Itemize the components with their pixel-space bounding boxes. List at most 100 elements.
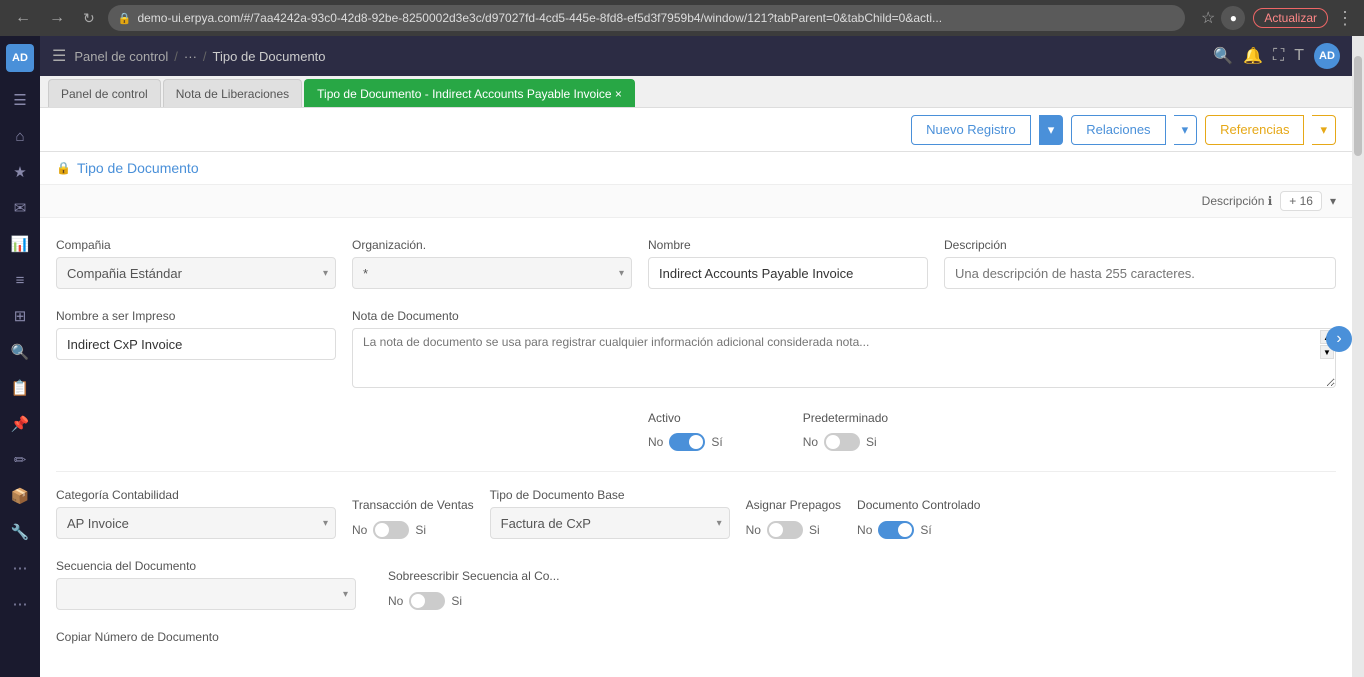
categoria-select-wrapper: AP Invoice ▾ bbox=[56, 507, 336, 539]
top-nav: ☰ Panel de control / ··· / Tipo de Docum… bbox=[40, 36, 1352, 76]
breadcrumb-home[interactable]: Panel de control bbox=[74, 49, 168, 64]
nuevo-registro-dropdown[interactable]: ▾ bbox=[1039, 115, 1064, 145]
asignar-prepagos-toggle[interactable] bbox=[767, 521, 803, 539]
sidebar-icon-star[interactable]: ★ bbox=[4, 156, 36, 188]
breadcrumb-dots[interactable]: ··· bbox=[184, 49, 197, 64]
documento-controlado-label: Documento Controlado bbox=[857, 498, 980, 512]
field-tipo-documento-base: Tipo de Documento Base Factura de CxP ▾ bbox=[490, 488, 730, 539]
back-button[interactable]: ← bbox=[10, 7, 36, 29]
filter-count[interactable]: + 16 bbox=[1280, 191, 1322, 211]
scroll-thumb bbox=[1354, 56, 1362, 156]
form-wrapper: 🔒 Tipo de Documento Descripción ℹ + 16 ▾… bbox=[40, 152, 1352, 677]
form-row-6: Copiar Número de Documento bbox=[56, 630, 1336, 644]
star-button[interactable]: ☆ bbox=[1201, 6, 1215, 30]
sobreescribir-no-label: No bbox=[388, 594, 403, 608]
field-nombre-impreso: Nombre a ser Impreso bbox=[56, 309, 336, 360]
tipo-documento-base-select[interactable]: Factura de CxP bbox=[490, 507, 730, 539]
organizacion-select-wrapper: * ▾ bbox=[352, 257, 632, 289]
relaciones-button[interactable]: Relaciones bbox=[1071, 115, 1165, 145]
organizacion-select[interactable]: * bbox=[352, 257, 632, 289]
tab-panel-control[interactable]: Panel de control bbox=[48, 79, 161, 107]
nuevo-registro-button[interactable]: Nuevo Registro bbox=[911, 115, 1031, 145]
breadcrumb-current: Tipo de Documento bbox=[213, 49, 326, 64]
nota-documento-textarea[interactable] bbox=[352, 328, 1336, 388]
transaccion-ventas-toggle[interactable] bbox=[373, 521, 409, 539]
sidebar: AD ☰ ⌂ ★ ✉ 📊 ≡ ⊞ 🔍 📋 📌 ✏ 📦 🔧 ⋯ ⋯ bbox=[0, 36, 40, 677]
documento-controlado-toggle[interactable] bbox=[878, 521, 914, 539]
form-row-1: Compañia Compañia Estándar ▾ Organizació… bbox=[56, 238, 1336, 289]
referencias-dropdown[interactable]: ▾ bbox=[1312, 115, 1336, 145]
sidebar-icon-home[interactable]: ⌂ bbox=[4, 120, 36, 152]
descripcion-input[interactable] bbox=[944, 257, 1336, 289]
field-nota-documento: Nota de Documento ▲ ▼ bbox=[352, 309, 1336, 391]
url-text: demo-ui.erpya.com/#/7aa4242a-93c0-42d8-9… bbox=[137, 11, 942, 25]
tab-bar: Panel de control Nota de Liberaciones Ti… bbox=[40, 76, 1352, 108]
search-icon[interactable]: 🔍 bbox=[1213, 46, 1233, 66]
side-action-button[interactable]: › bbox=[1326, 326, 1352, 352]
field-organizacion: Organización. * ▾ bbox=[352, 238, 632, 289]
fullscreen-icon[interactable]: ⛶ bbox=[1273, 47, 1284, 65]
sidebar-icon-wrench[interactable]: 🔧 bbox=[4, 516, 36, 548]
descripcion-label: Descripción bbox=[944, 238, 1336, 252]
sidebar-icon-more1[interactable]: ⋯ bbox=[4, 552, 36, 584]
scrollbar[interactable] bbox=[1352, 36, 1364, 677]
update-button[interactable]: Actualizar bbox=[1253, 8, 1328, 28]
nombre-impreso-input[interactable] bbox=[56, 328, 336, 360]
reload-button[interactable]: ↻ bbox=[78, 8, 100, 29]
browser-menu-button[interactable]: ⋮ bbox=[1336, 8, 1354, 29]
sidebar-icon-grid[interactable]: ⊞ bbox=[4, 300, 36, 332]
sidebar-icon-chart[interactable]: 📊 bbox=[4, 228, 36, 260]
field-sobreescribir-secuencia: Sobreescribir Secuencia al Co... No Si bbox=[388, 569, 559, 610]
asignar-prepagos-label: Asignar Prepagos bbox=[746, 498, 841, 512]
categoria-contabilidad-label: Categoría Contabilidad bbox=[56, 488, 336, 502]
sobreescribir-si-label: Si bbox=[451, 594, 462, 608]
form-row-4: Categoría Contabilidad AP Invoice ▾ Tran… bbox=[56, 488, 1336, 539]
browser-actions: ☆ ● bbox=[1201, 6, 1245, 30]
tab-nota-liberaciones[interactable]: Nota de Liberaciones bbox=[163, 79, 302, 107]
url-bar[interactable]: 🔒 demo-ui.erpya.com/#/7aa4242a-93c0-42d8… bbox=[108, 5, 1185, 31]
sidebar-icon-menu[interactable]: ☰ bbox=[4, 84, 36, 116]
sidebar-icon-box[interactable]: 📦 bbox=[4, 480, 36, 512]
asignar-si-label: Si bbox=[809, 523, 820, 537]
sidebar-icon-doc[interactable]: 📋 bbox=[4, 372, 36, 404]
hamburger-icon[interactable]: ☰ bbox=[52, 46, 66, 66]
sobreescribir-slider bbox=[409, 592, 445, 610]
compania-select[interactable]: Compañia Estándar bbox=[56, 257, 336, 289]
transaccion-si-label: Si bbox=[415, 523, 426, 537]
predeterminado-section-label: Predeterminado bbox=[803, 411, 888, 425]
predeterminado-no-label: No bbox=[803, 435, 818, 449]
doc-controlado-no-label: No bbox=[857, 523, 872, 537]
nombre-input[interactable] bbox=[648, 257, 928, 289]
sidebar-icon-more2[interactable]: ⋯ bbox=[4, 588, 36, 620]
sidebar-icon-list[interactable]: ≡ bbox=[4, 264, 36, 296]
user-avatar[interactable]: AD bbox=[1314, 43, 1340, 69]
referencias-button[interactable]: Referencias bbox=[1205, 115, 1304, 145]
filter-dropdown-icon[interactable]: ▾ bbox=[1330, 194, 1336, 208]
activo-slider bbox=[669, 433, 705, 451]
organizacion-label: Organización. bbox=[352, 238, 632, 252]
sidebar-icon-pin[interactable]: 📌 bbox=[4, 408, 36, 440]
predeterminado-group: Predeterminado No Si bbox=[803, 411, 888, 451]
activo-toggle-group: No Sí bbox=[648, 433, 723, 451]
sidebar-icon-search[interactable]: 🔍 bbox=[4, 336, 36, 368]
sobreescribir-toggle[interactable] bbox=[409, 592, 445, 610]
descripcion-filter-label: Descripción ℹ bbox=[1202, 194, 1273, 208]
categoria-contabilidad-select[interactable]: AP Invoice bbox=[56, 507, 336, 539]
activo-toggle[interactable] bbox=[669, 433, 705, 451]
sidebar-icon-edit[interactable]: ✏ bbox=[4, 444, 36, 476]
secuencia-documento-select[interactable] bbox=[56, 578, 356, 610]
predeterminado-toggle[interactable] bbox=[824, 433, 860, 451]
sidebar-icon-mail[interactable]: ✉ bbox=[4, 192, 36, 224]
compania-select-wrapper: Compañia Estándar ▾ bbox=[56, 257, 336, 289]
forward-button[interactable]: → bbox=[44, 7, 70, 29]
notification-icon[interactable]: 🔔 bbox=[1243, 46, 1263, 66]
predeterminado-toggle-group: No Si bbox=[803, 433, 888, 451]
form-section-title: Tipo de Documento bbox=[77, 160, 199, 176]
predeterminado-si-label: Si bbox=[866, 435, 877, 449]
relaciones-dropdown[interactable]: ▾ bbox=[1174, 115, 1198, 145]
transaccion-no-label: No bbox=[352, 523, 367, 537]
activo-no-label: No bbox=[648, 435, 663, 449]
field-transaccion-ventas: Transacción de Ventas No Si bbox=[352, 498, 474, 539]
tab-tipo-documento[interactable]: Tipo de Documento - Indirect Accounts Pa… bbox=[304, 79, 635, 107]
font-icon[interactable]: T bbox=[1294, 47, 1304, 65]
